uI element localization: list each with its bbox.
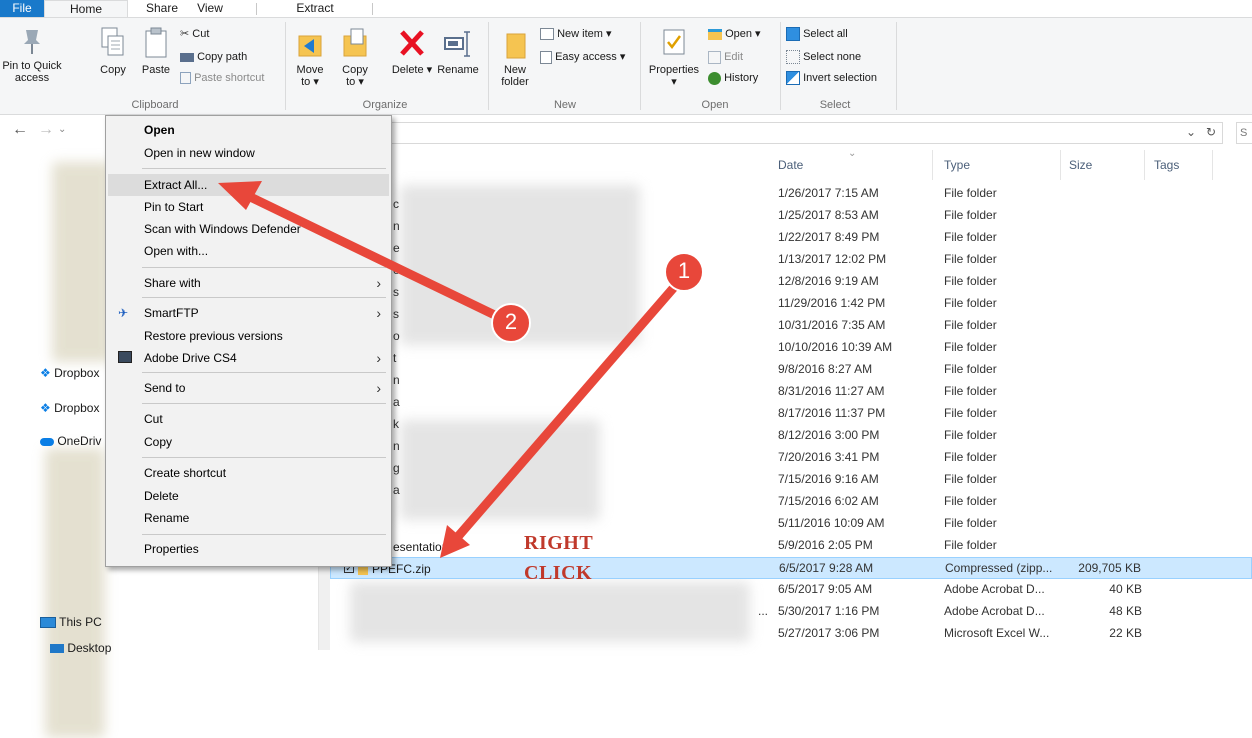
annotation-click: CLICK xyxy=(524,562,593,584)
annotation-overlay xyxy=(218,181,704,558)
step-badge-1-label: 1 xyxy=(677,258,691,283)
arrow-to-extract-all xyxy=(235,187,510,325)
annotation-right: RIGHT xyxy=(524,532,594,554)
arrow-to-zip-file xyxy=(450,280,681,545)
step-badge-2-label: 2 xyxy=(504,309,518,334)
truncated-name-ellipsis: ... xyxy=(758,604,769,618)
